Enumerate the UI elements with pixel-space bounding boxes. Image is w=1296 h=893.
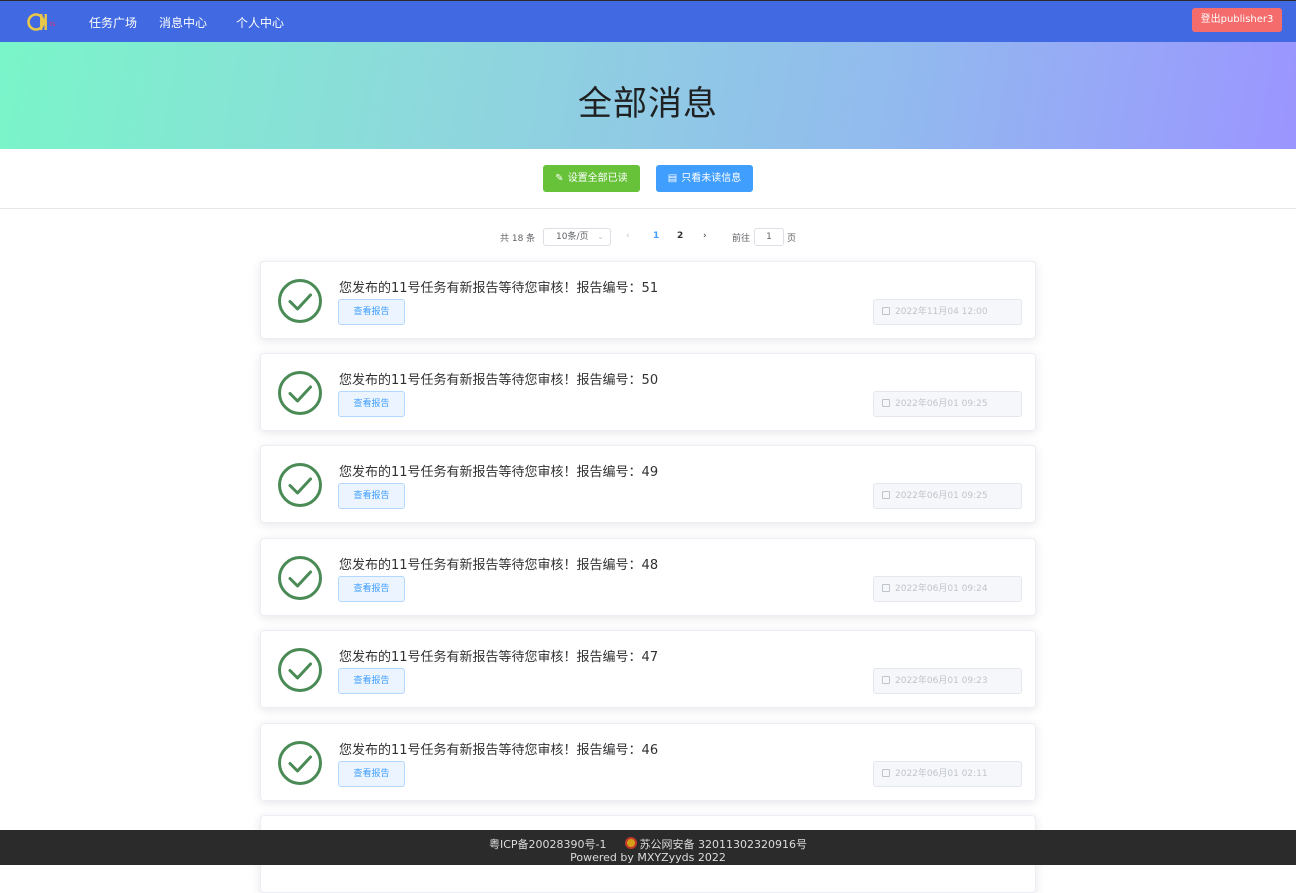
check-circle-icon bbox=[278, 279, 322, 323]
message-time-value: 2022年06月01 09:23 bbox=[895, 676, 988, 686]
view-report-button[interactable]: 查看报告 bbox=[338, 761, 405, 787]
chevron-down-icon: ⌄ bbox=[597, 232, 604, 241]
unread-only-button[interactable]: ▤ 只看未读信息 bbox=[656, 165, 753, 192]
page-number-1[interactable]: 1 bbox=[653, 231, 659, 241]
check-circle-icon bbox=[278, 648, 322, 692]
nav-personal-center[interactable]: 个人中心 bbox=[236, 14, 284, 31]
view-report-button[interactable]: 查看报告 bbox=[338, 576, 405, 602]
message-card: 您发布的11号任务有新报告等待您审核！报告编号：51 查看报告 2022年11月… bbox=[260, 261, 1036, 339]
message-text: 您发布的11号任务有新报告等待您审核！报告编号：49 bbox=[339, 465, 659, 480]
svg-text:ts: ts bbox=[50, 21, 55, 28]
document-icon: ▤ bbox=[667, 173, 678, 184]
edit-icon: ✎ bbox=[555, 173, 564, 184]
message-time: 2022年11月04 12:00 bbox=[873, 299, 1022, 325]
message-time-value: 2022年06月01 09:25 bbox=[895, 399, 988, 409]
message-card: 您发布的11号任务有新报告等待您审核！报告编号：49 查看报告 2022年06月… bbox=[260, 445, 1036, 523]
message-card: 您发布的11号任务有新报告等待您审核！报告编号：47 查看报告 2022年06月… bbox=[260, 630, 1036, 708]
pagination: 共 18 条 10条/页 ⌄ ‹ 1 2 › 前往 1 页 bbox=[0, 228, 1296, 246]
message-time: 2022年06月01 02:11 bbox=[873, 761, 1022, 787]
check-circle-icon bbox=[278, 741, 322, 785]
unread-only-label: 只看未读信息 bbox=[681, 173, 742, 184]
message-time-value: 2022年06月01 09:24 bbox=[895, 584, 988, 594]
top-navbar: ts 任务广场 消息中心 个人中心 登出publisher3 bbox=[0, 0, 1296, 42]
logout-button[interactable]: 登出publisher3 bbox=[1192, 8, 1282, 32]
icp-link[interactable]: 粤ICP备20028390号-1 bbox=[489, 838, 607, 851]
police-record-link[interactable]: 苏公网安备 32011302320916号 bbox=[640, 838, 807, 851]
page-title: 全部消息 bbox=[578, 84, 718, 124]
nav-message-center[interactable]: 消息中心 bbox=[159, 14, 207, 31]
check-circle-icon bbox=[278, 556, 322, 600]
message-card: 您发布的11号任务有新报告等待您审核！报告编号：46 查看报告 2022年06月… bbox=[260, 723, 1036, 801]
calendar-icon bbox=[882, 491, 890, 499]
footer: 粤ICP备20028390号-1 苏公网安备 32011302320916号 Po… bbox=[0, 830, 1296, 865]
nav-task-square[interactable]: 任务广场 bbox=[89, 14, 137, 31]
prev-page-icon[interactable]: ‹ bbox=[626, 231, 630, 241]
calendar-icon bbox=[882, 769, 890, 777]
message-card: 您发布的11号任务有新报告等待您审核！报告编号：48 查看报告 2022年06月… bbox=[260, 538, 1036, 616]
message-time: 2022年06月01 09:23 bbox=[873, 668, 1022, 694]
message-time-value: 2022年06月01 09:25 bbox=[895, 491, 988, 501]
message-time: 2022年06月01 09:25 bbox=[873, 391, 1022, 417]
view-report-button[interactable]: 查看报告 bbox=[338, 299, 405, 325]
message-text: 您发布的11号任务有新报告等待您审核！报告编号：48 bbox=[339, 558, 659, 573]
view-report-button[interactable]: 查看报告 bbox=[338, 391, 405, 417]
police-badge-icon bbox=[624, 837, 637, 849]
footer-record-line: 粤ICP备20028390号-1 苏公网安备 32011302320916号 bbox=[0, 836, 1296, 852]
message-text: 您发布的11号任务有新报告等待您审核！报告编号：47 bbox=[339, 650, 659, 665]
message-text: 您发布的11号任务有新报告等待您审核！报告编号：46 bbox=[339, 743, 659, 758]
calendar-icon bbox=[882, 399, 890, 407]
message-time-value: 2022年06月01 02:11 bbox=[895, 769, 988, 779]
page-suffix: 页 bbox=[787, 234, 797, 244]
view-report-button[interactable]: 查看报告 bbox=[338, 483, 405, 509]
page-size-value: 10条/页 bbox=[556, 232, 589, 242]
app-logo[interactable]: ts bbox=[27, 12, 63, 32]
footer-powered: Powered by MXYZyyds 2022 bbox=[570, 851, 726, 864]
action-bar: ✎ 设置全部已读 ▤ 只看未读信息 bbox=[0, 149, 1296, 209]
page-number-2[interactable]: 2 bbox=[677, 231, 683, 241]
check-circle-icon bbox=[278, 371, 322, 415]
message-card: 您发布的11号任务有新报告等待您审核！报告编号：50 查看报告 2022年06月… bbox=[260, 353, 1036, 431]
mark-all-read-label: 设置全部已读 bbox=[567, 173, 628, 184]
pagination-total: 共 18 条 bbox=[500, 234, 536, 244]
page-size-select[interactable]: 10条/页 ⌄ bbox=[543, 228, 611, 246]
message-text: 您发布的11号任务有新报告等待您审核！报告编号：51 bbox=[339, 281, 659, 296]
message-text: 您发布的11号任务有新报告等待您审核！报告编号：50 bbox=[339, 373, 659, 388]
view-report-button[interactable]: 查看报告 bbox=[338, 668, 405, 694]
check-circle-icon bbox=[278, 463, 322, 507]
message-time: 2022年06月01 09:25 bbox=[873, 483, 1022, 509]
mark-all-read-button[interactable]: ✎ 设置全部已读 bbox=[543, 165, 640, 192]
goto-label: 前往 bbox=[732, 234, 751, 244]
message-time: 2022年06月01 09:24 bbox=[873, 576, 1022, 602]
next-page-icon[interactable]: › bbox=[703, 231, 707, 241]
goto-page-input[interactable]: 1 bbox=[754, 228, 784, 246]
calendar-icon bbox=[882, 307, 890, 315]
calendar-icon bbox=[882, 584, 890, 592]
hero-banner: 全部消息 bbox=[0, 42, 1296, 149]
message-time-value: 2022年11月04 12:00 bbox=[895, 307, 988, 317]
calendar-icon bbox=[882, 676, 890, 684]
